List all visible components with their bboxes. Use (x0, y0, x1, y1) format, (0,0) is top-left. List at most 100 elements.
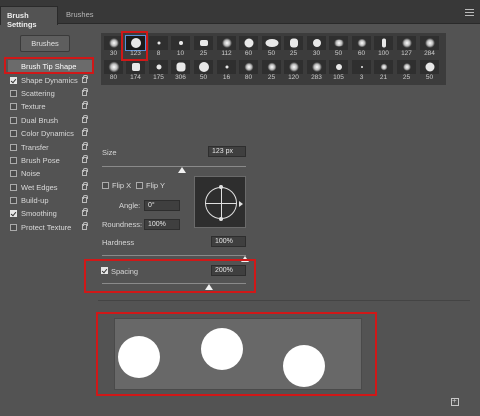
option-dual-brush[interactable]: Dual Brush (8, 114, 92, 127)
option-brush-tip-shape[interactable]: Brush Tip Shape (8, 60, 92, 73)
option-label: Smoothing (21, 209, 57, 218)
brush-preset[interactable]: 10 (170, 35, 191, 59)
spacing-slider-knob[interactable] (205, 284, 213, 290)
lock-icon[interactable] (82, 88, 88, 96)
wet-edges-checkbox[interactable] (10, 184, 17, 191)
divider (98, 300, 470, 301)
brush-preset[interactable]: 80 (103, 59, 124, 83)
hardness-slider-knob[interactable] (241, 256, 249, 262)
option-color-dynamics[interactable]: Color Dynamics (8, 127, 92, 140)
brush-preset[interactable]: 30 (103, 35, 124, 59)
option-build-up[interactable]: Build-up (8, 194, 92, 207)
lock-icon[interactable] (82, 168, 88, 176)
brush-preset[interactable]: 80 (238, 59, 259, 83)
lock-icon[interactable] (82, 208, 88, 216)
option-wet-edges[interactable]: Wet Edges (8, 181, 92, 194)
lock-icon[interactable] (82, 142, 88, 150)
spacing-slider-track[interactable] (102, 283, 246, 284)
smoothing-checkbox[interactable] (10, 210, 17, 217)
protect-texture-checkbox[interactable] (10, 224, 17, 231)
option-smoothing[interactable]: Smoothing (8, 207, 92, 220)
flip-x-checkbox[interactable] (102, 182, 109, 189)
brush-preset[interactable]: 105 (328, 59, 349, 83)
hardness-slider-track[interactable] (102, 255, 246, 256)
option-brush-pose[interactable]: Brush Pose (8, 154, 92, 167)
spacing-checkbox[interactable] (101, 267, 108, 274)
brush-preset[interactable]: 60 (351, 35, 372, 59)
preview-brush-dab (201, 328, 243, 370)
roundness-field[interactable]: 100% (144, 219, 180, 230)
dual-brush-checkbox[interactable] (10, 117, 17, 124)
angle-label: Angle: (119, 201, 141, 210)
brush-preset[interactable]: 60 (238, 35, 259, 59)
brush-preset[interactable]: 16 (216, 59, 237, 83)
brush-preset[interactable]: 25 (261, 59, 282, 83)
brush-preset[interactable]: 50 (328, 35, 349, 59)
option-label: Protect Texture (21, 223, 72, 232)
brush-preset[interactable]: 127 (396, 35, 417, 59)
lock-icon[interactable] (82, 182, 88, 190)
size-slider-track[interactable] (102, 166, 246, 167)
brush-preset[interactable]: 50 (419, 59, 440, 83)
build-up-checkbox[interactable] (10, 197, 17, 204)
lock-icon[interactable] (82, 75, 88, 83)
brush-preset[interactable]: 50 (193, 59, 214, 83)
option-transfer[interactable]: Transfer (8, 141, 92, 154)
brush-preset[interactable]: 112 (216, 35, 237, 59)
angle-arrow-icon[interactable] (239, 201, 243, 207)
tab-brushes[interactable]: Brushes (60, 6, 100, 24)
scattering-checkbox[interactable] (10, 90, 17, 97)
size-field[interactable]: 123 px (208, 146, 246, 157)
panel-menu-icon[interactable] (465, 9, 474, 16)
lock-icon[interactable] (82, 115, 88, 123)
brush-preset[interactable]: 21 (373, 59, 394, 83)
brush-preset[interactable]: 284 (419, 35, 440, 59)
lock-icon[interactable] (82, 101, 88, 109)
brush-preset[interactable]: 175 (148, 59, 169, 83)
color-dynamics-checkbox[interactable] (10, 130, 17, 137)
option-shape-dynamics[interactable]: Shape Dynamics (8, 74, 92, 87)
spacing-field[interactable]: 200% (211, 265, 246, 276)
create-new-brush-icon[interactable] (451, 396, 459, 406)
brush-preset[interactable]: 50 (261, 35, 282, 59)
brush-preset[interactable]: 25 (283, 35, 304, 59)
option-protect-texture[interactable]: Protect Texture (8, 221, 92, 234)
shape-dynamics-checkbox[interactable] (10, 77, 17, 84)
tab-brush-settings[interactable]: Brush Settings (0, 6, 58, 29)
brush-preset[interactable]: 306 (170, 59, 191, 83)
flip-x-label: Flip X (112, 181, 132, 190)
lock-icon[interactable] (82, 195, 88, 203)
option-label: Dual Brush (21, 116, 59, 125)
lock-icon[interactable] (82, 128, 88, 136)
brush-preset-selected[interactable]: 123 (125, 35, 146, 59)
brush-preset[interactable]: 8 (148, 35, 169, 59)
brush-preset[interactable]: 120 (283, 59, 304, 83)
option-label: Noise (21, 169, 41, 178)
brush-stroke-preview (114, 318, 362, 390)
flip-y-checkbox[interactable] (136, 182, 143, 189)
noise-checkbox[interactable] (10, 170, 17, 177)
brush-preset[interactable]: 3 (351, 59, 372, 83)
option-noise[interactable]: Noise (8, 167, 92, 180)
brush-preset[interactable]: 25 (193, 35, 214, 59)
brush-preset[interactable]: 174 (125, 59, 146, 83)
brushes-button[interactable]: Brushes (20, 35, 70, 52)
roundness-handle-icon[interactable] (219, 217, 223, 221)
angle-field[interactable]: 0° (144, 200, 180, 211)
brush-preset[interactable]: 100 (373, 35, 394, 59)
option-scattering[interactable]: Scattering (8, 87, 92, 100)
roundness-label: Roundness: (102, 220, 143, 229)
texture-checkbox[interactable] (10, 103, 17, 110)
size-slider-knob[interactable] (178, 167, 186, 173)
lock-icon[interactable] (82, 155, 88, 163)
brush-pose-checkbox[interactable] (10, 157, 17, 164)
brush-preset[interactable]: 283 (306, 59, 327, 83)
option-texture[interactable]: Texture (8, 100, 92, 113)
brush-preset[interactable]: 25 (396, 59, 417, 83)
hardness-field[interactable]: 100% (211, 236, 246, 247)
lock-icon[interactable] (82, 222, 88, 230)
transfer-checkbox[interactable] (10, 144, 17, 151)
brush-angle-widget[interactable] (194, 176, 246, 228)
roundness-handle-icon[interactable] (219, 185, 223, 189)
brush-preset[interactable]: 30 (306, 35, 327, 59)
